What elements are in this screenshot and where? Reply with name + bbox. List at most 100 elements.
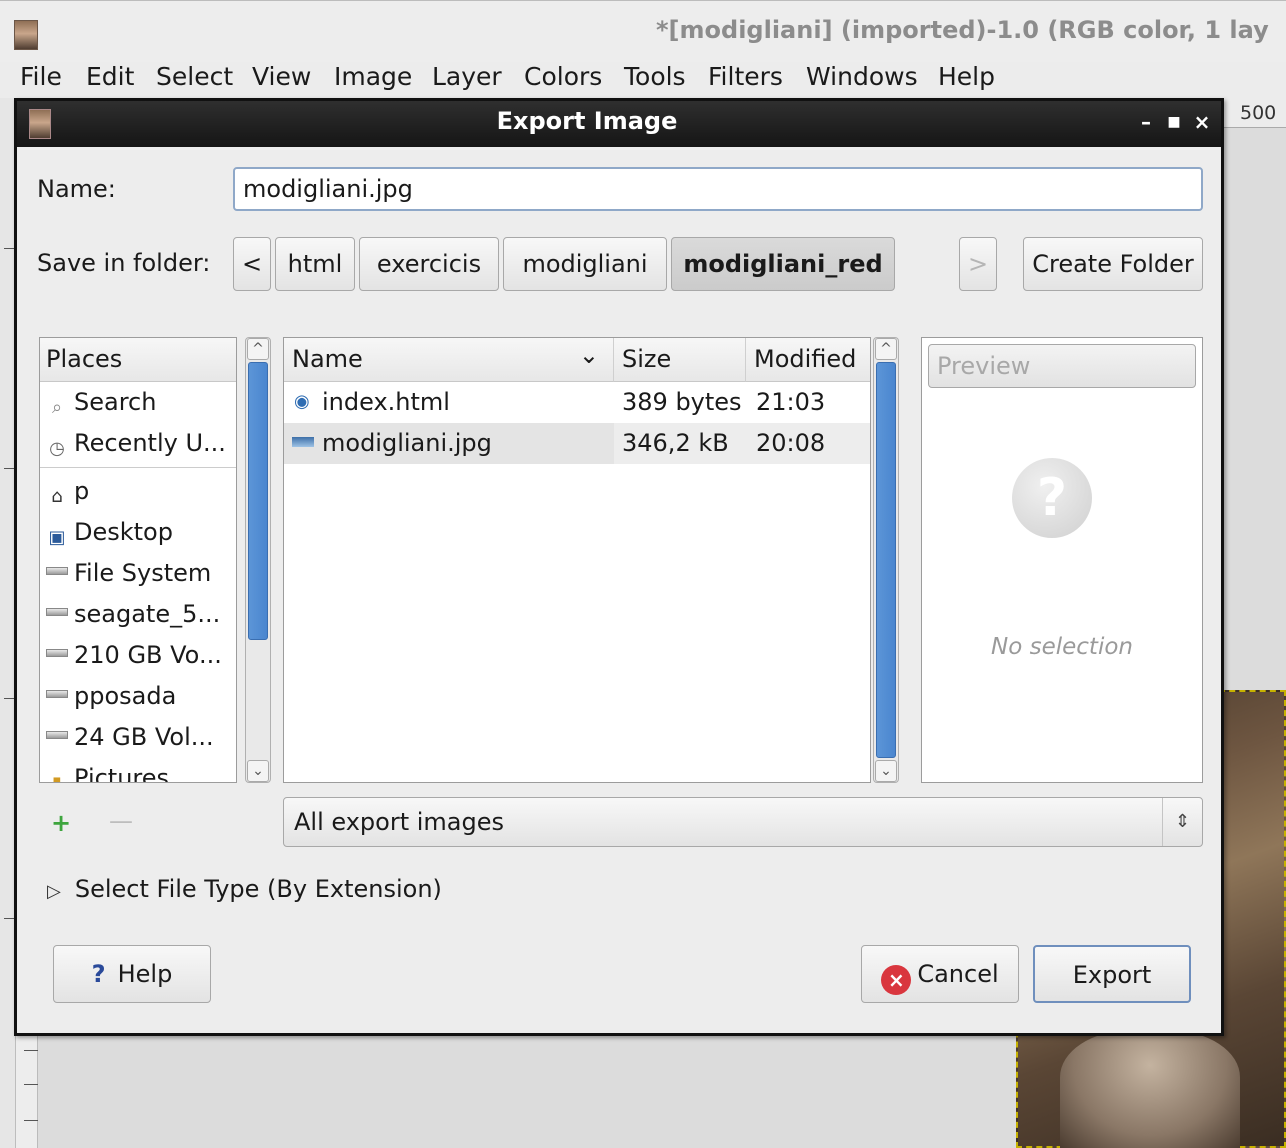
close-icon[interactable]: × — [1191, 109, 1213, 135]
gimp-icon — [14, 20, 38, 50]
file-filter-value: All export images — [294, 808, 505, 836]
file-modified: 20:08 — [756, 429, 826, 457]
menu-select[interactable]: Select — [156, 62, 233, 94]
place-label: 210 GB Vo... — [74, 641, 222, 669]
file-modified: 21:03 — [756, 388, 826, 416]
breadcrumb-forward-button[interactable]: > — [959, 237, 997, 291]
places-header[interactable]: Places — [40, 338, 236, 382]
place-home[interactable]: ⌂ p — [40, 471, 236, 512]
menu-tools[interactable]: Tools — [624, 62, 686, 94]
scrollbar-thumb[interactable] — [248, 362, 268, 640]
preview-button[interactable]: Preview — [928, 344, 1196, 388]
place-label: 24 GB Vol... — [74, 723, 214, 751]
expander-label: Select File Type (By Extension) — [74, 875, 442, 903]
no-selection-text: No selection — [991, 634, 1133, 660]
image-file-icon — [292, 437, 314, 447]
unknown-file-icon: ? — [1012, 458, 1092, 538]
breadcrumb-exercicis[interactable]: exercicis — [359, 237, 499, 291]
file-row[interactable]: ◉ index.html 389 bytes 21:03 — [284, 382, 870, 423]
scroll-down-icon[interactable]: ⌄ — [875, 760, 897, 782]
files-scrollbar[interactable]: ^ ⌄ — [873, 337, 899, 783]
help-icon: ? — [91, 960, 106, 988]
drive-icon — [46, 567, 68, 575]
updown-arrows-icon: ⇕ — [1162, 798, 1202, 846]
column-header-name[interactable]: Name ⌄ — [284, 338, 614, 382]
menu-colors[interactable]: Colors — [524, 62, 602, 94]
scroll-down-icon[interactable]: ⌄ — [247, 760, 269, 782]
scroll-up-icon[interactable]: ^ — [875, 338, 897, 360]
file-size: 346,2 kB — [622, 429, 729, 457]
select-file-type-expander[interactable]: ▷ Select File Type (By Extension) — [47, 875, 442, 903]
place-pictures[interactable]: ▮ Pictures — [40, 758, 236, 783]
breadcrumb-modigliani-red[interactable]: modigliani_red — [671, 237, 895, 291]
menu-filters[interactable]: Filters — [708, 62, 783, 94]
html-file-icon: ◉ — [294, 391, 310, 412]
drive-icon — [46, 608, 68, 616]
cancel-label: Cancel — [917, 960, 999, 988]
remove-bookmark-icon[interactable]: — — [109, 807, 133, 835]
place-label: Pictures — [74, 764, 170, 783]
search-icon: ⌕ — [51, 397, 63, 418]
place-search[interactable]: ⌕ Search — [40, 382, 236, 423]
export-button[interactable]: Export — [1033, 945, 1191, 1003]
scroll-up-icon[interactable]: ^ — [247, 338, 269, 360]
breadcrumb-html[interactable]: html — [275, 237, 355, 291]
menu-windows[interactable]: Windows — [806, 62, 918, 94]
drive-icon — [46, 731, 68, 739]
place-label: Search — [74, 388, 157, 416]
canvas-image-detail — [1060, 1030, 1240, 1148]
place-label: File System — [74, 559, 212, 587]
menu-layer[interactable]: Layer — [432, 62, 502, 94]
save-in-folder-label: Save in folder: — [37, 249, 211, 277]
minimize-icon[interactable]: – — [1135, 109, 1157, 135]
add-bookmark-icon[interactable]: + — [51, 809, 71, 837]
place-label: pposada — [74, 682, 177, 710]
file-name: index.html — [322, 388, 450, 416]
menu-view[interactable]: View — [252, 62, 311, 94]
create-folder-button[interactable]: Create Folder — [1023, 237, 1203, 291]
file-name: modigliani.jpg — [322, 429, 492, 457]
sort-indicator-icon: ⌄ — [578, 341, 599, 369]
breadcrumb-modigliani[interactable]: modigliani — [503, 237, 667, 291]
place-label: Recently U... — [74, 429, 226, 457]
filename-input[interactable] — [233, 167, 1203, 211]
place-pposada[interactable]: pposada — [40, 676, 236, 717]
drive-icon — [46, 649, 68, 657]
file-filter-select[interactable]: All export images ⇕ — [283, 797, 1203, 847]
column-header-size[interactable]: Size — [614, 338, 746, 382]
place-recently-used[interactable]: ◷ Recently U... — [40, 423, 236, 464]
scrollbar-thumb[interactable] — [876, 362, 896, 758]
home-icon: ⌂ — [51, 486, 63, 507]
column-header-modified[interactable]: Modified — [746, 338, 870, 382]
place-label: Desktop — [74, 518, 173, 546]
place-24gb-volume[interactable]: 24 GB Vol... — [40, 717, 236, 758]
help-label: Help — [117, 960, 173, 988]
cancel-button[interactable]: × Cancel — [861, 945, 1019, 1003]
place-desktop[interactable]: ▣ Desktop — [40, 512, 236, 553]
maximize-icon[interactable]: ■ — [1163, 109, 1185, 135]
desktop-icon: ▣ — [48, 527, 66, 548]
file-list: Name ⌄ Size Modified ◉ index.html 389 by… — [283, 337, 871, 783]
column-label: Name — [292, 345, 363, 373]
place-seagate[interactable]: seagate_5... — [40, 594, 236, 635]
menu-edit[interactable]: Edit — [86, 62, 134, 94]
preview-panel: Preview ? No selection — [921, 337, 1203, 783]
menu-image[interactable]: Image — [334, 62, 412, 94]
folder-icon: ▮ — [46, 773, 68, 782]
file-size: 389 bytes — [622, 388, 742, 416]
file-row[interactable]: modigliani.jpg 346,2 kB 20:08 — [284, 423, 870, 464]
help-button[interactable]: ? Help — [53, 945, 211, 1003]
expander-arrow-icon: ▷ — [47, 881, 61, 902]
menu-file[interactable]: File — [20, 62, 62, 94]
places-sidebar: Places ⌕ Search ◷ Recently U... ⌂ p ▣ Deskto… — [39, 337, 237, 783]
cancel-icon: × — [881, 965, 912, 995]
name-label: Name: — [37, 175, 116, 203]
place-210gb-volume[interactable]: 210 GB Vo... — [40, 635, 236, 676]
place-file-system[interactable]: File System — [40, 553, 236, 594]
place-label: seagate_5... — [74, 600, 221, 628]
menu-help[interactable]: Help — [938, 62, 995, 94]
place-label: p — [74, 477, 90, 505]
dialog-titlebar[interactable]: Export Image – ■ × — [17, 101, 1221, 147]
places-scrollbar[interactable]: ^ ⌄ — [245, 337, 271, 783]
breadcrumb-back-button[interactable]: < — [233, 237, 271, 291]
